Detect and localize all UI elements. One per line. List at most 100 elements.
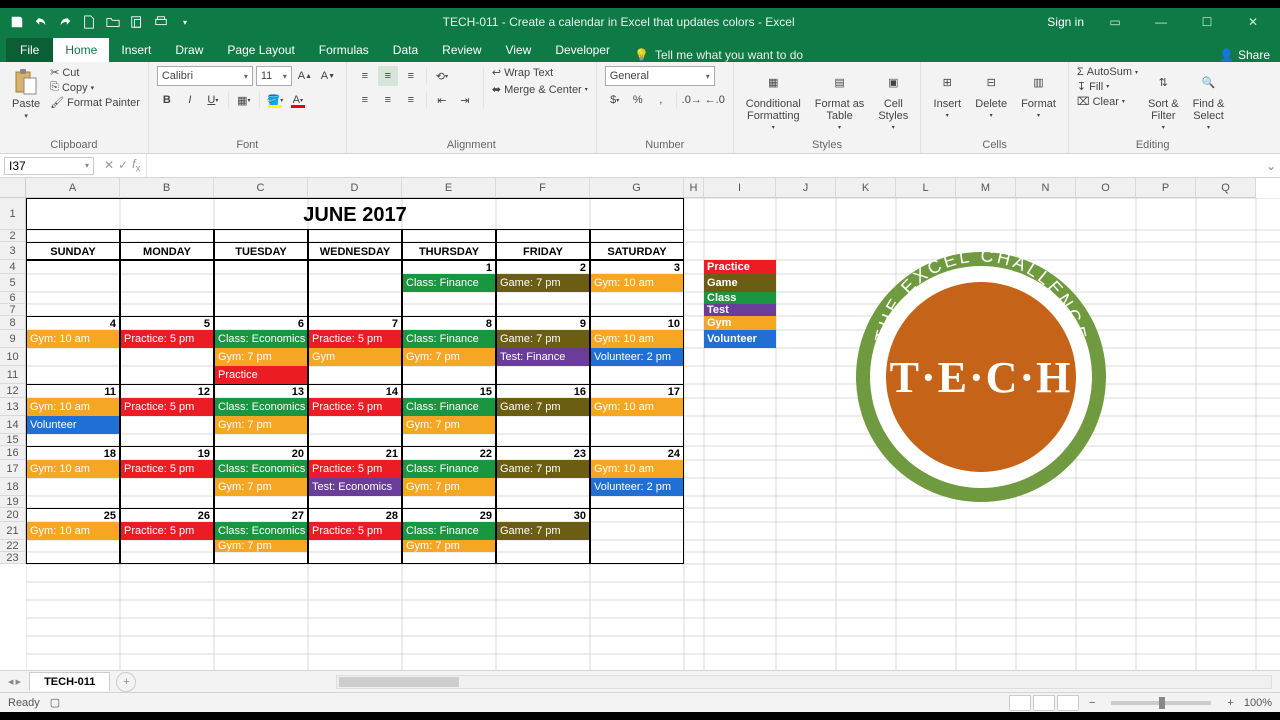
date-cell[interactable]: 16	[496, 384, 590, 398]
tab-file[interactable]: File	[6, 38, 53, 62]
cell[interactable]	[590, 522, 684, 540]
event-cell[interactable]: Volunteer: 2 pm	[590, 348, 684, 366]
date-cell[interactable]: 18	[26, 446, 120, 460]
merge-center-button[interactable]: ⬌ Merge & Center ▾	[492, 83, 588, 96]
day-header[interactable]: FRIDAY	[496, 242, 590, 260]
calendar-title[interactable]: JUNE 2017	[26, 198, 684, 230]
event-cell[interactable]: Class: Finance	[402, 330, 496, 348]
fx-icon[interactable]: fx	[132, 157, 140, 174]
share-button[interactable]: 👤 Share	[1219, 48, 1270, 62]
decrease-decimal-icon[interactable]: ←.0	[705, 90, 725, 110]
align-bottom-icon[interactable]: ≡	[401, 66, 421, 86]
insert-cells-button[interactable]: ⊞Insert▾	[929, 66, 965, 121]
cell[interactable]	[120, 274, 214, 292]
maximize-icon[interactable]: ☐	[1188, 11, 1226, 33]
italic-button[interactable]: I	[180, 90, 200, 110]
autosum-button[interactable]: Σ AutoSum ▾	[1077, 66, 1138, 78]
row-header[interactable]: 19	[0, 496, 26, 508]
column-header[interactable]: N	[1016, 178, 1076, 198]
event-cell[interactable]: Gym: 10 am	[26, 398, 120, 416]
cell[interactable]	[26, 496, 120, 508]
column-header[interactable]: B	[120, 178, 214, 198]
cell[interactable]	[26, 292, 120, 304]
cell[interactable]	[308, 540, 402, 552]
date-cell[interactable]: 2	[496, 260, 590, 274]
zoom-in-icon[interactable]: +	[1227, 697, 1233, 709]
event-cell[interactable]: Practice: 5 pm	[120, 330, 214, 348]
date-cell[interactable]: 25	[26, 508, 120, 522]
cell[interactable]	[214, 304, 308, 316]
event-cell[interactable]: Gym: 7 pm	[402, 478, 496, 496]
date-cell[interactable]: 23	[496, 446, 590, 460]
increase-decimal-icon[interactable]: .0→	[682, 90, 702, 110]
date-cell[interactable]: 14	[308, 384, 402, 398]
column-header[interactable]: M	[956, 178, 1016, 198]
row-header[interactable]: 6	[0, 292, 26, 304]
cell[interactable]	[590, 416, 684, 434]
cell[interactable]	[590, 434, 684, 446]
find-select-button[interactable]: 🔍Find & Select▾	[1189, 66, 1229, 133]
date-cell[interactable]	[590, 508, 684, 522]
column-header[interactable]: A	[26, 178, 120, 198]
font-color-icon[interactable]: A▾	[288, 90, 308, 110]
cell[interactable]	[496, 304, 590, 316]
cancel-formula-icon[interactable]: ✕	[104, 158, 114, 172]
event-cell[interactable]: Practice: 5 pm	[120, 398, 214, 416]
tab-page-layout[interactable]: Page Layout	[215, 38, 306, 62]
legend-item[interactable]: Gym	[704, 316, 776, 330]
date-cell[interactable]: 24	[590, 446, 684, 460]
event-cell[interactable]: Class: Economics	[214, 522, 308, 540]
cell[interactable]	[120, 552, 214, 564]
cell[interactable]	[120, 434, 214, 446]
worksheet-grid[interactable]: ABCDEFGHIJKLMNOPQ 1234567891011121314151…	[0, 178, 1280, 670]
cell[interactable]	[120, 416, 214, 434]
event-cell[interactable]: Gym: 10 am	[590, 330, 684, 348]
new-sheet-button[interactable]: +	[116, 672, 136, 692]
cell[interactable]	[308, 552, 402, 564]
legend-item[interactable]: Volunteer	[704, 330, 776, 348]
new-doc-icon[interactable]	[78, 11, 100, 33]
column-header[interactable]: Q	[1196, 178, 1256, 198]
date-cell[interactable]: 11	[26, 384, 120, 398]
legend-item[interactable]: Test	[704, 304, 776, 316]
print-preview-icon[interactable]	[150, 11, 172, 33]
accounting-format-icon[interactable]: $▾	[605, 90, 625, 110]
date-cell[interactable]	[26, 260, 120, 274]
cell[interactable]	[590, 540, 684, 552]
expand-formula-bar-icon[interactable]: ⌄	[1262, 159, 1280, 173]
number-format-combo[interactable]: General▾	[605, 66, 715, 86]
row-header[interactable]: 1	[0, 198, 26, 230]
decrease-indent-icon[interactable]: ⇤	[432, 90, 452, 110]
day-header[interactable]: SATURDAY	[590, 242, 684, 260]
column-header[interactable]: O	[1076, 178, 1136, 198]
delete-cells-button[interactable]: ⊟Delete▾	[971, 66, 1011, 121]
row-header[interactable]: 23	[0, 552, 26, 564]
cell[interactable]	[26, 304, 120, 316]
zoom-slider[interactable]	[1111, 701, 1211, 705]
orientation-icon[interactable]: ⟲▾	[432, 66, 452, 86]
normal-view-icon[interactable]	[1009, 695, 1031, 711]
event-cell[interactable]: Practice	[214, 366, 308, 384]
cell[interactable]	[308, 274, 402, 292]
cell[interactable]	[26, 434, 120, 446]
event-cell[interactable]: Game: 7 pm	[496, 460, 590, 478]
align-left-icon[interactable]: ≡	[355, 90, 375, 110]
increase-indent-icon[interactable]: ⇥	[455, 90, 475, 110]
bold-button[interactable]: B	[157, 90, 177, 110]
align-right-icon[interactable]: ≡	[401, 90, 421, 110]
cell[interactable]	[496, 496, 590, 508]
event-cell[interactable]: Class: Finance	[402, 522, 496, 540]
cell[interactable]	[26, 230, 120, 242]
event-cell[interactable]: Gym: 7 pm	[402, 540, 496, 552]
comma-format-icon[interactable]: ,	[651, 90, 671, 110]
row-header[interactable]: 4	[0, 260, 26, 274]
event-cell[interactable]: Practice: 5 pm	[308, 522, 402, 540]
date-cell[interactable]: 13	[214, 384, 308, 398]
date-cell[interactable]: 28	[308, 508, 402, 522]
copy-button[interactable]: ⎘ Copy ▾	[50, 81, 140, 94]
date-cell[interactable]: 1	[402, 260, 496, 274]
day-header[interactable]: WEDNESDAY	[308, 242, 402, 260]
date-cell[interactable]	[214, 260, 308, 274]
date-cell[interactable]: 20	[214, 446, 308, 460]
zoom-level[interactable]: 100%	[1244, 697, 1272, 709]
